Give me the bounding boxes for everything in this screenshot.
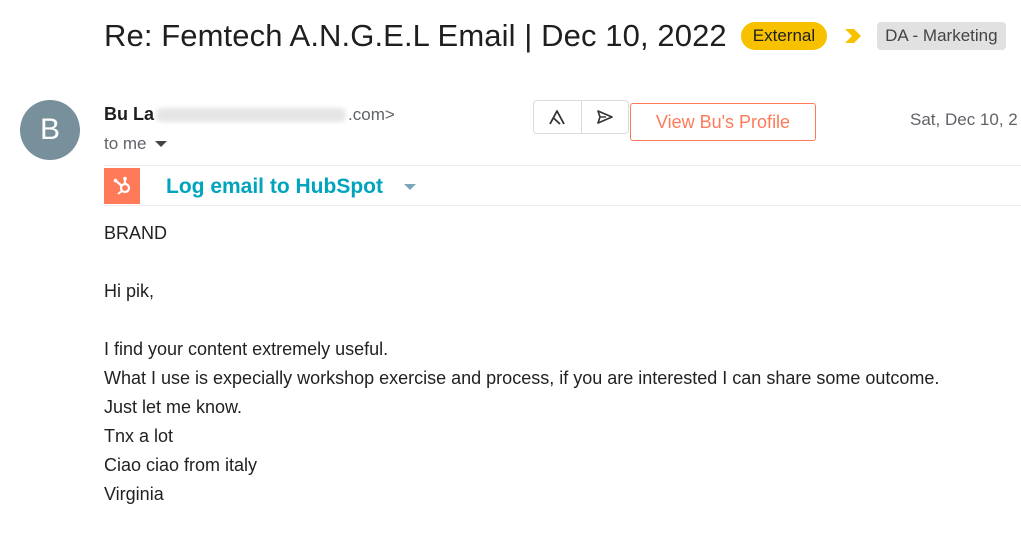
label-tag[interactable]: DA - Marketing [877,22,1006,50]
label-arrow-icon [843,26,863,46]
send-button[interactable] [580,101,629,133]
sender-email-suffix: .com> [348,104,395,124]
hubspot-bar: Log email to HubSpot [104,168,1021,206]
avatar[interactable]: B [20,100,80,160]
view-profile-button[interactable]: View Bu's Profile [630,103,816,141]
external-badge[interactable]: External [740,22,828,50]
subject-row: Re: Femtech A.N.G.E.L Email | Dec 10, 20… [104,14,1006,58]
reply-tool-button[interactable] [534,101,581,133]
body-line: I find your content extremely useful. [104,339,389,359]
body-blank-line [104,251,939,280]
sender-line: Bu La .com> [104,104,395,125]
body-line: Ciao ciao from italy [104,455,258,475]
body-line: BRAND [104,223,168,243]
body-line: What I use is expecially workshop exerci… [104,368,940,388]
body-line: Just let me know. [104,397,243,417]
body-line: Virginia [104,484,164,504]
chevron-down-icon [154,141,167,147]
hubspot-logo-icon [104,168,140,204]
sender-name[interactable]: Bu La [104,104,154,125]
email-subject: Re: Femtech A.N.G.E.L Email | Dec 10, 20… [104,18,727,53]
redacted-email [156,107,347,122]
body-line: Tnx a lot [104,426,174,446]
chevron-down-icon[interactable] [404,184,416,190]
reply-tool-icon [549,110,566,125]
divider [104,205,1021,206]
email-body: BRAND Hi pik, I find your content extrem… [104,222,939,512]
recipient-details-toggle[interactable]: to me [104,134,167,154]
send-icon [596,110,613,124]
quick-action-group [533,100,629,134]
to-me-label: to me [104,134,147,153]
log-to-hubspot-button[interactable]: Log email to HubSpot [166,175,383,199]
body-line: Hi pik, [104,281,155,301]
email-date: Sat, Dec 10, 2 [910,110,1018,129]
body-blank-line [104,309,939,338]
divider [104,165,1021,166]
